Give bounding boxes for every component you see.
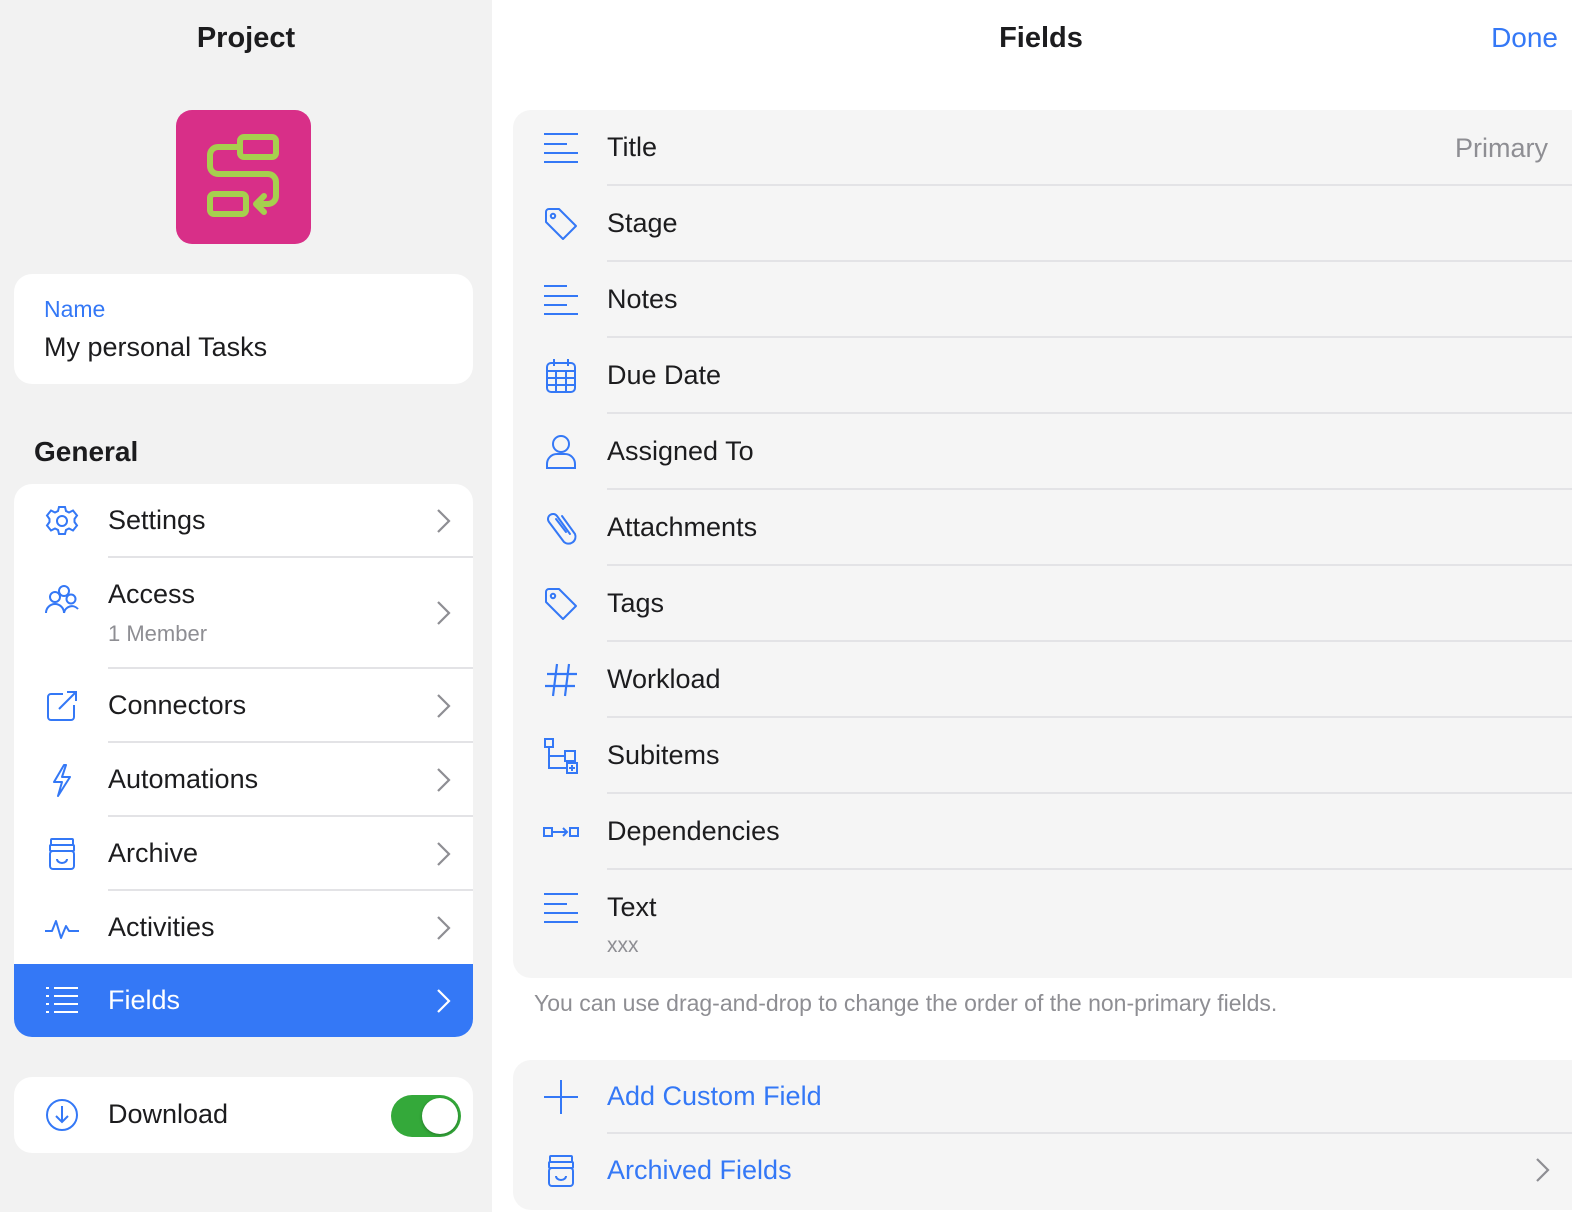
calendar-icon bbox=[543, 358, 579, 394]
field-label: Notes bbox=[607, 284, 678, 314]
action-label: Archived Fields bbox=[607, 1155, 792, 1185]
chevron-right-icon bbox=[437, 601, 451, 625]
chevron-right-icon bbox=[437, 916, 451, 940]
field-label: Subitems bbox=[607, 740, 720, 770]
field-label: Workload bbox=[607, 664, 721, 694]
chevron-right-icon bbox=[437, 989, 451, 1013]
external-link-icon bbox=[44, 688, 80, 724]
plus-icon bbox=[543, 1079, 579, 1115]
sidebar-item-label: Automations bbox=[108, 764, 259, 794]
field-actions: Add Custom Field Archived Fields bbox=[513, 1060, 1572, 1210]
chevron-right-icon bbox=[437, 694, 451, 718]
sidebar-title: Project bbox=[196, 22, 296, 54]
name-value[interactable]: My personal Tasks bbox=[44, 332, 267, 363]
field-label: Due Date bbox=[607, 360, 722, 390]
field-row-workload[interactable]: Workload bbox=[513, 642, 1572, 718]
archive-box-icon bbox=[44, 836, 80, 872]
name-label: Name bbox=[44, 296, 106, 322]
text-lines-icon bbox=[543, 282, 579, 318]
field-row-assigned-to[interactable]: Assigned To bbox=[513, 414, 1572, 490]
field-label: Dependencies bbox=[607, 816, 780, 846]
done-button[interactable]: Done bbox=[1491, 22, 1558, 54]
download-circle-icon bbox=[45, 1098, 79, 1132]
text-lines-icon bbox=[543, 130, 579, 166]
people-icon bbox=[44, 582, 80, 618]
project-name-field[interactable]: Name My personal Tasks bbox=[14, 274, 473, 384]
field-row-stage[interactable]: Stage bbox=[513, 186, 1572, 262]
chevron-right-icon bbox=[1536, 1158, 1550, 1182]
tag-icon bbox=[543, 206, 579, 242]
drag-drop-hint: You can use drag-and-drop to change the … bbox=[534, 990, 1278, 1016]
sidebar-item-connectors[interactable]: Connectors bbox=[14, 669, 473, 743]
sidebar-item-label: Activities bbox=[108, 912, 215, 942]
sidebar-item-label: Access bbox=[108, 579, 196, 609]
sidebar-item-label: Connectors bbox=[108, 690, 247, 720]
activity-pulse-icon bbox=[44, 910, 80, 946]
field-row-attachments[interactable]: Attachments bbox=[513, 490, 1572, 566]
paperclip-icon bbox=[543, 510, 579, 546]
text-lines-icon bbox=[543, 890, 579, 926]
fields-panel: Fields Done Title Primary Stage Notes Du… bbox=[492, 0, 1572, 1212]
field-label: Stage bbox=[607, 208, 678, 238]
sidebar-item-automations[interactable]: Automations bbox=[14, 743, 473, 817]
person-icon bbox=[543, 434, 579, 470]
sidebar-item-label: Fields bbox=[108, 985, 181, 1015]
section-header-general: General bbox=[34, 436, 139, 467]
sidebar-item-archive[interactable]: Archive bbox=[14, 817, 473, 891]
project-sidebar: Project Name My personal Tasks General S… bbox=[0, 0, 492, 1212]
sidebar-item-activities[interactable]: Activities bbox=[14, 891, 473, 965]
sidebar-item-fields[interactable]: Fields bbox=[14, 964, 473, 1037]
archived-fields-button[interactable]: Archived Fields bbox=[513, 1134, 1572, 1208]
action-label: Add Custom Field bbox=[607, 1081, 822, 1111]
sidebar-item-access[interactable]: Access 1 Member bbox=[14, 558, 473, 669]
field-row-subitems[interactable]: Subitems bbox=[513, 718, 1572, 794]
general-menu: Settings Access 1 Member Connectors Auto… bbox=[14, 484, 473, 1037]
chevron-right-icon bbox=[437, 842, 451, 866]
download-row: Download bbox=[14, 1077, 473, 1153]
sidebar-item-settings[interactable]: Settings bbox=[14, 484, 473, 558]
sidebar-item-label: Settings bbox=[108, 505, 206, 535]
field-row-due-date[interactable]: Due Date bbox=[513, 338, 1572, 414]
dependencies-icon bbox=[543, 814, 579, 850]
toggle-knob bbox=[422, 1098, 458, 1134]
field-label: Tags bbox=[607, 588, 665, 618]
list-icon bbox=[44, 983, 80, 1019]
field-label: Assigned To bbox=[607, 436, 754, 466]
add-custom-field-button[interactable]: Add Custom Field bbox=[513, 1060, 1572, 1134]
subitems-icon bbox=[543, 738, 579, 774]
field-label: Text bbox=[607, 892, 657, 922]
primary-badge: Primary bbox=[1455, 133, 1548, 163]
download-toggle[interactable] bbox=[391, 1095, 461, 1137]
sidebar-item-label: Archive bbox=[108, 838, 199, 868]
field-row-tags[interactable]: Tags bbox=[513, 566, 1572, 642]
access-member-count: 1 Member bbox=[108, 621, 208, 646]
field-row-notes[interactable]: Notes bbox=[513, 262, 1572, 338]
field-description: xxx bbox=[607, 934, 639, 957]
bolt-icon bbox=[44, 762, 80, 798]
page-title: Fields bbox=[999, 22, 1083, 54]
field-label: Attachments bbox=[607, 512, 758, 542]
chevron-right-icon bbox=[437, 768, 451, 792]
field-row-title[interactable]: Title Primary bbox=[513, 110, 1572, 186]
gear-icon bbox=[44, 503, 80, 539]
field-row-text[interactable]: Text xxx bbox=[513, 870, 1572, 978]
download-label: Download bbox=[108, 1099, 229, 1129]
chevron-right-icon bbox=[437, 509, 451, 533]
field-row-dependencies[interactable]: Dependencies bbox=[513, 794, 1572, 870]
hash-icon bbox=[543, 662, 579, 698]
fields-list: Title Primary Stage Notes Due Date Assig… bbox=[513, 110, 1572, 978]
flow-diagram-icon[interactable] bbox=[176, 110, 311, 244]
tag-icon bbox=[543, 586, 579, 622]
field-label: Title bbox=[607, 132, 658, 162]
archive-box-icon bbox=[543, 1153, 579, 1189]
